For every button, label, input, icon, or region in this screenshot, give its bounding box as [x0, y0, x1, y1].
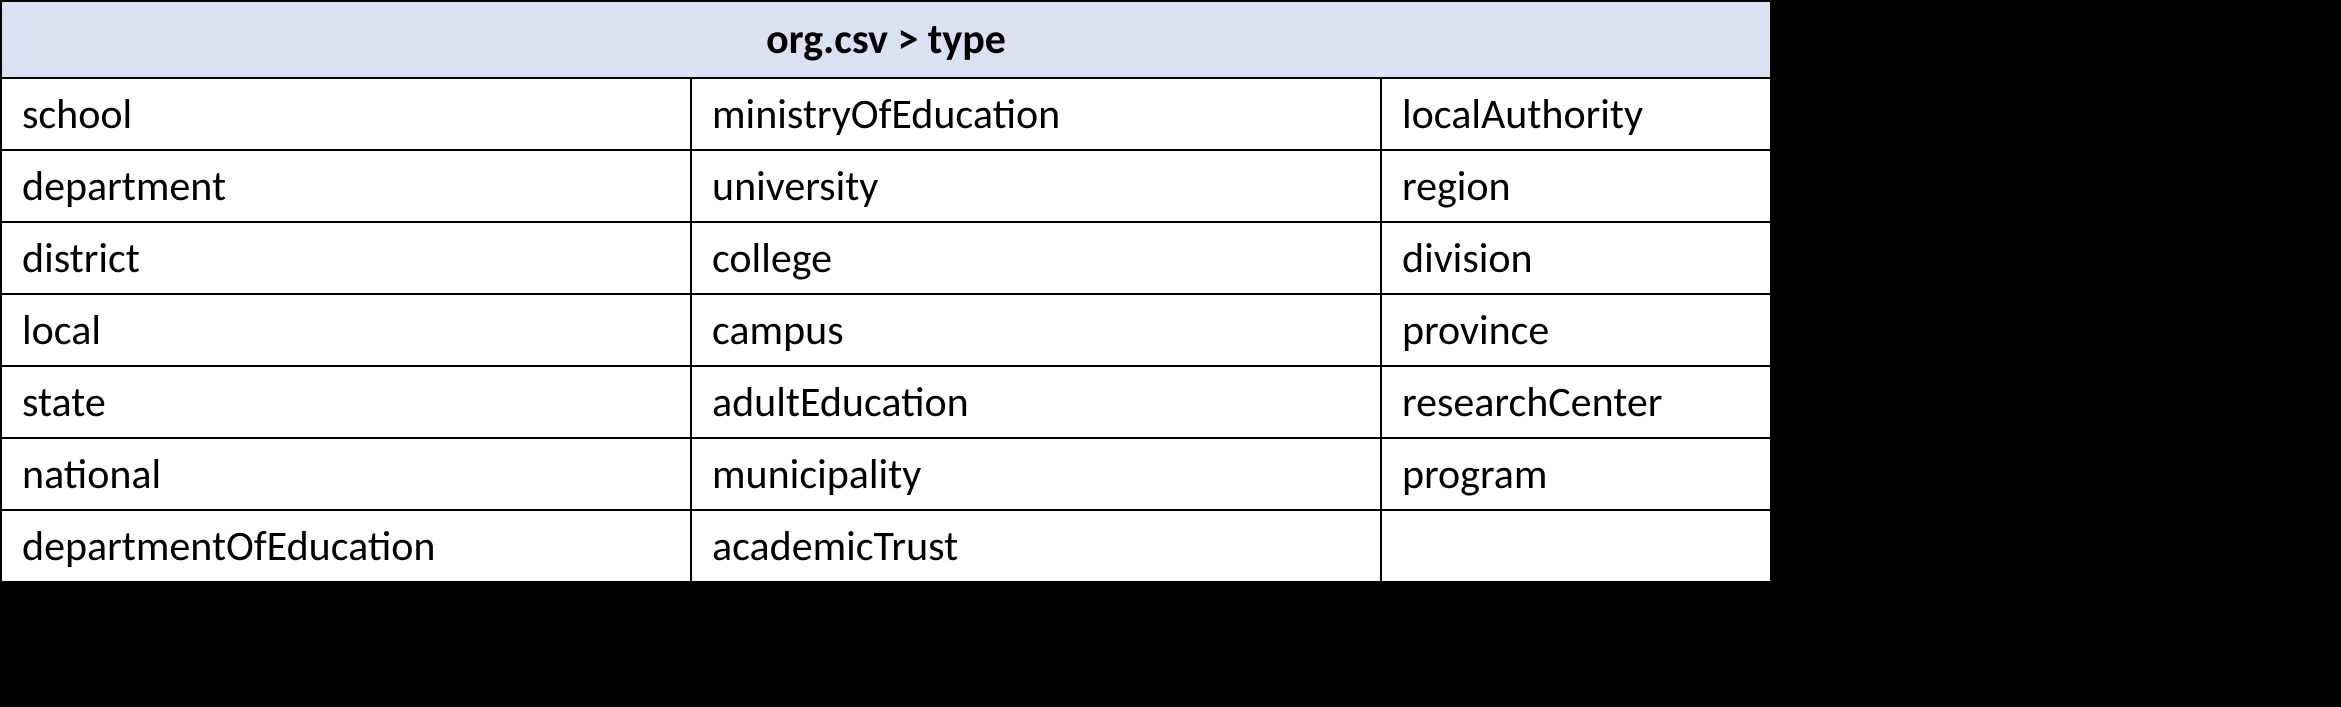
table-cell: national [1, 438, 691, 510]
table-header-row: org.csv > type [1, 1, 1771, 78]
table-row: national municipality program [1, 438, 1771, 510]
table-cell: researchCenter [1381, 366, 1771, 438]
type-table: org.csv > type school ministryOfEducatio… [0, 0, 1772, 583]
table-cell: department [1, 150, 691, 222]
table-row: district college division [1, 222, 1771, 294]
table-cell: school [1, 78, 691, 150]
table-row: state adultEducation researchCenter [1, 366, 1771, 438]
table-cell: campus [691, 294, 1381, 366]
table-cell: division [1381, 222, 1771, 294]
table-cell: region [1381, 150, 1771, 222]
table-cell: adultEducation [691, 366, 1381, 438]
table-cell: localAuthority [1381, 78, 1771, 150]
table-header: org.csv > type [1, 1, 1771, 78]
table-cell: municipality [691, 438, 1381, 510]
table-row: school ministryOfEducation localAuthorit… [1, 78, 1771, 150]
table-cell: district [1, 222, 691, 294]
table-row: departmentOfEducation academicTrust [1, 510, 1771, 582]
table-row: local campus province [1, 294, 1771, 366]
table-cell [1381, 510, 1771, 582]
table-cell: province [1381, 294, 1771, 366]
table-cell: local [1, 294, 691, 366]
table-cell: state [1, 366, 691, 438]
table-cell: college [691, 222, 1381, 294]
table-cell: departmentOfEducation [1, 510, 691, 582]
table-cell: university [691, 150, 1381, 222]
type-table-wrapper: org.csv > type school ministryOfEducatio… [0, 0, 1770, 583]
table-cell: program [1381, 438, 1771, 510]
table-cell: academicTrust [691, 510, 1381, 582]
table-cell: ministryOfEducation [691, 78, 1381, 150]
table-row: department university region [1, 150, 1771, 222]
